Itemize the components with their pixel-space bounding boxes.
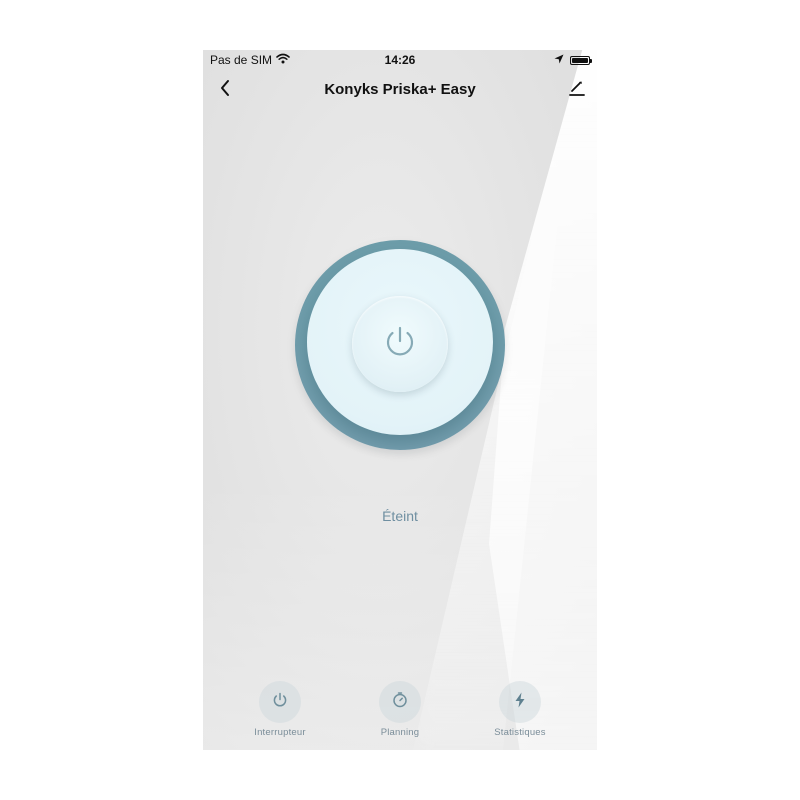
page-title: Konyks Priska+ Easy [324, 81, 476, 98]
tab-label: Planning [380, 727, 420, 738]
power-toggle-button[interactable] [307, 249, 493, 435]
timer-icon [391, 691, 409, 714]
tab-label: Interrupteur [254, 727, 306, 738]
phone-screen: Pas de SIM 14:26 Konyks Priska+ Easy Éte… [203, 50, 597, 750]
tab-icon-background [259, 681, 301, 723]
status-right [554, 53, 592, 67]
tab-bar: Interrupteur Planning Statistiques [203, 667, 597, 750]
power-icon [271, 691, 289, 714]
edit-button[interactable] [565, 78, 589, 102]
battery-icon [570, 55, 592, 65]
background-window-light [489, 50, 597, 750]
tab-planning[interactable]: Planning [350, 681, 450, 738]
tab-interrupteur[interactable]: Interrupteur [230, 681, 330, 738]
power-icon [380, 322, 420, 367]
status-bar: Pas de SIM 14:26 [203, 50, 597, 70]
tab-icon-background [379, 681, 421, 723]
battery-level [572, 57, 588, 63]
power-state-label: Éteint [382, 508, 418, 524]
nav-bar: Konyks Priska+ Easy [203, 72, 597, 108]
pencil-icon [568, 79, 586, 102]
status-time: 14:26 [384, 53, 416, 67]
lightning-icon [511, 691, 529, 714]
tab-label: Statistiques [494, 727, 546, 738]
power-knob [352, 296, 448, 392]
tab-icon-background [499, 681, 541, 723]
tab-statistiques[interactable]: Statistiques [470, 681, 570, 738]
power-ring [295, 240, 505, 450]
location-arrow-icon [554, 53, 564, 67]
